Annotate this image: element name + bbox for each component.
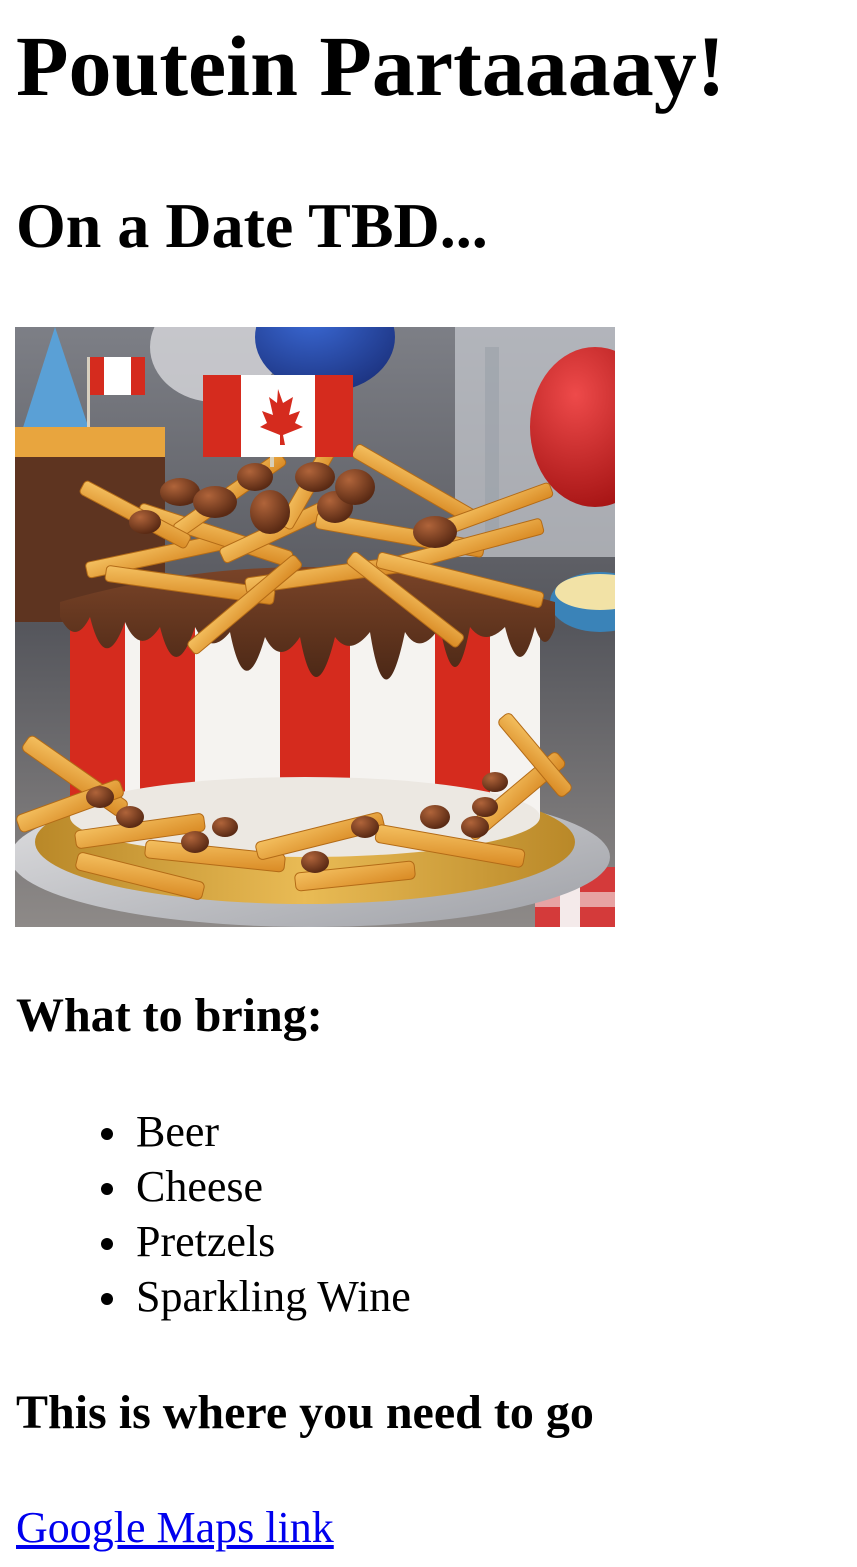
bring-item-cheese: Cheese xyxy=(0,1159,411,1214)
bring-item-sparkling-wine: Sparkling Wine xyxy=(0,1269,411,1324)
bring-list: Beer Cheese Pretzels Sparkling Wine xyxy=(0,1104,411,1324)
list-item-label: Beer xyxy=(136,1107,220,1156)
poutine-cake-image xyxy=(15,327,615,927)
list-item-label: Pretzels xyxy=(136,1217,276,1266)
google-maps-link[interactable]: Google Maps link xyxy=(16,1500,334,1556)
bullet-icon xyxy=(101,1183,113,1195)
party-page: Poutein Partaaaay! On a Date TBD... What… xyxy=(0,0,857,1567)
list-item-label: Cheese xyxy=(136,1162,264,1211)
page-title: Poutein Partaaaay! xyxy=(16,18,726,114)
bullet-icon xyxy=(101,1128,113,1140)
event-date-subtitle: On a Date TBD... xyxy=(16,190,488,261)
location-heading: This is where you need to go xyxy=(16,1386,594,1439)
list-item-label: Sparkling Wine xyxy=(136,1272,411,1321)
what-to-bring-heading: What to bring: xyxy=(16,989,323,1042)
bullet-icon xyxy=(101,1238,113,1250)
bring-item-beer: Beer xyxy=(0,1104,411,1159)
bring-item-pretzels: Pretzels xyxy=(0,1214,411,1269)
bullet-icon xyxy=(101,1293,113,1305)
